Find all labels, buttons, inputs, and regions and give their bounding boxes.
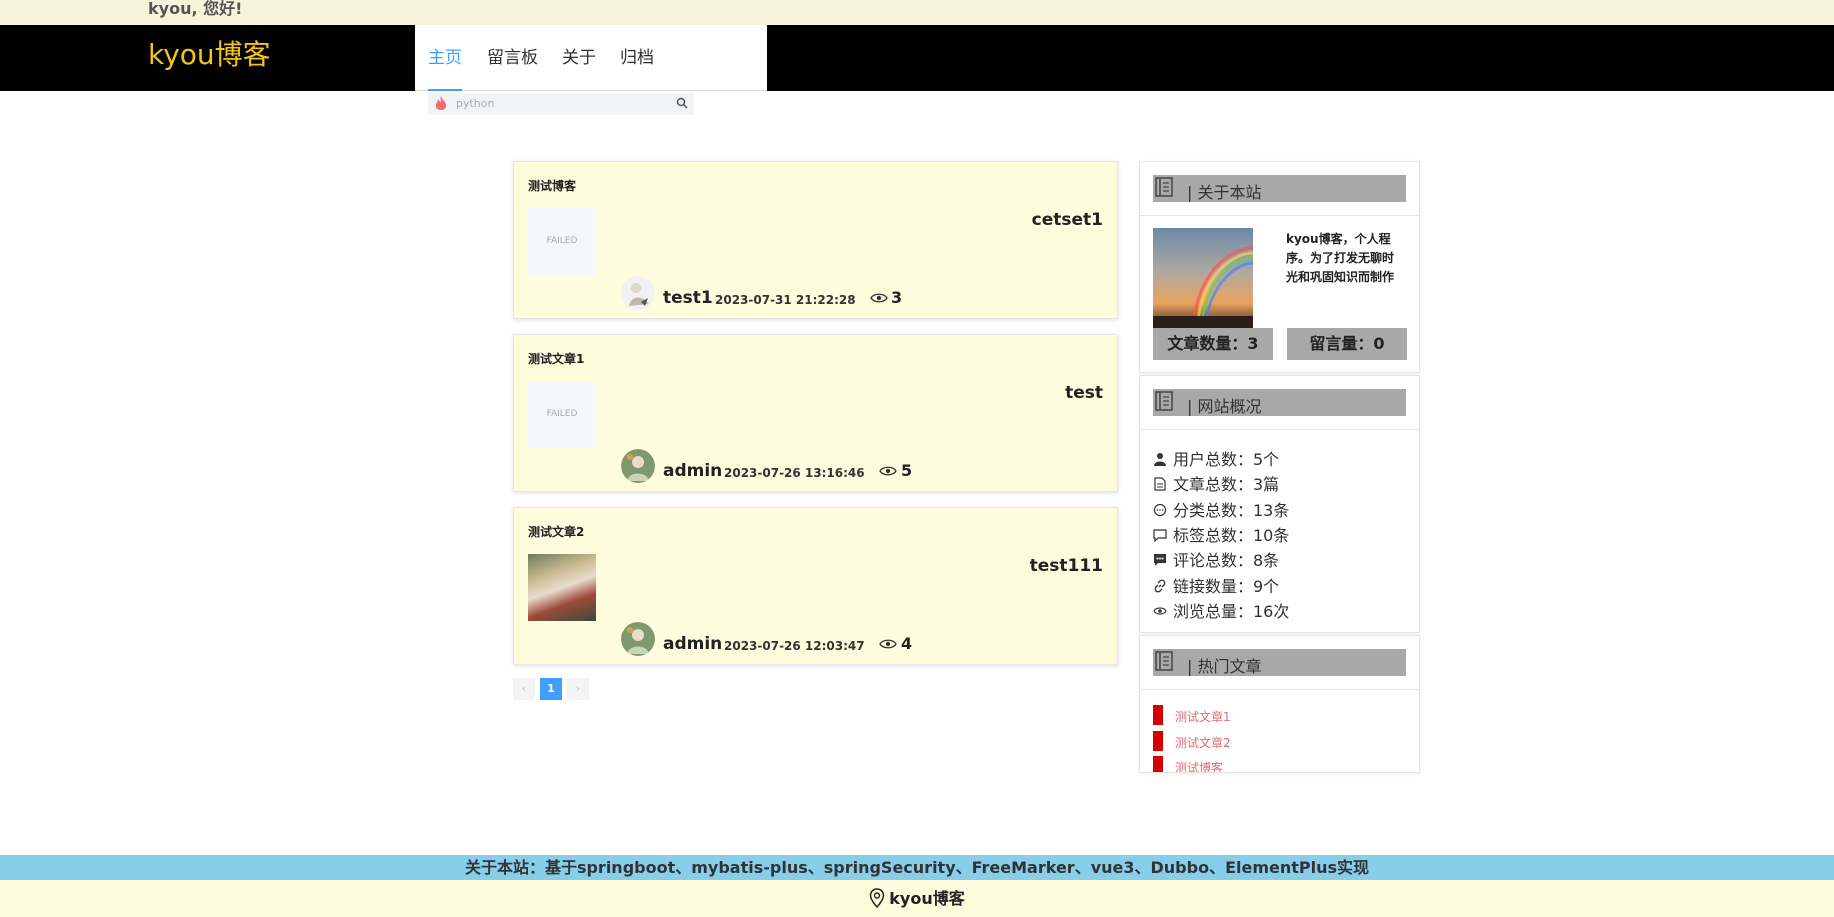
divider	[1140, 429, 1419, 430]
article-count-stat: 文章数量：3	[1153, 328, 1273, 360]
document-icon	[1154, 477, 1166, 491]
eye-icon	[879, 639, 897, 649]
article-author: admin	[663, 634, 723, 654]
nav-item-home[interactable]: 主页	[428, 25, 462, 91]
next-page-button[interactable]: ›	[567, 678, 589, 700]
article-card[interactable]: 测试文章1 FAILED test admin 2023-07-26 13:16…	[513, 334, 1118, 492]
article-author: test1	[663, 288, 713, 308]
hot-articles-title: | 热门文章	[1187, 657, 1262, 676]
overview-item: 标签总数：10条	[1153, 522, 1289, 546]
overview-item: 评论总数：8条	[1153, 547, 1279, 571]
search-input[interactable]: python	[428, 93, 694, 115]
divider	[1140, 215, 1419, 216]
article-summary: test111	[1029, 556, 1103, 576]
footer-brand: kyou博客	[0, 880, 1834, 917]
overview-item: 链接数量：9个	[1153, 573, 1279, 597]
nav-item-archive[interactable]: 归档	[620, 25, 654, 91]
book-icon	[1155, 651, 1173, 671]
book-icon	[1155, 391, 1173, 411]
article-author: admin	[663, 461, 723, 481]
article-card[interactable]: 测试文章2 test111 admin 2023-07-26 12:03:47 …	[513, 507, 1118, 665]
eye-icon	[870, 293, 888, 303]
overview-item: 文章总数：3篇	[1153, 471, 1279, 495]
nav-item-message-board[interactable]: 留言板	[487, 25, 538, 91]
search-placeholder: python	[456, 97, 495, 110]
book-icon	[1155, 177, 1173, 197]
overview-panel-header: | 网站概况	[1153, 389, 1406, 416]
article-card[interactable]: 测试博客 FAILED cetset1 test1 2023-07-31 21:…	[513, 161, 1118, 319]
article-title[interactable]: 测试文章2	[528, 523, 584, 540]
comment-dots-icon	[1154, 554, 1166, 566]
fire-icon	[435, 96, 447, 110]
brand-logo[interactable]: kyou博客	[148, 38, 271, 72]
overview-panel: | 网站概况 用户总数：5个 文章总数：3篇 分类总数：13条 标签总数：10条…	[1139, 375, 1420, 633]
about-text: kyou博客，个人程序。为了打发无聊时光和巩固知识而制作	[1286, 232, 1395, 284]
avatar	[621, 276, 655, 310]
article-title[interactable]: 测试博客	[528, 177, 576, 194]
article-thumbnail	[528, 554, 596, 621]
article-date: 2023-07-26 13:16:46	[724, 466, 865, 480]
page-1-button[interactable]: 1	[540, 678, 562, 700]
link-icon	[1154, 579, 1166, 593]
prev-page-button[interactable]: ‹	[513, 678, 535, 700]
article-title[interactable]: 测试文章1	[528, 350, 584, 367]
article-thumbnail: FAILED	[528, 381, 596, 448]
greeting-text: kyou, 您好!	[148, 0, 243, 18]
overview-item: 用户总数：5个	[1153, 446, 1279, 470]
comment-icon	[1153, 529, 1167, 543]
hot-rank-badge	[1153, 705, 1163, 725]
article-summary: cetset1	[1031, 210, 1103, 230]
top-greeting-bar: kyou, 您好!	[0, 0, 1834, 25]
overview-item: 分类总数：13条	[1153, 497, 1289, 521]
avatar	[621, 449, 655, 483]
hot-articles-panel: | 热门文章 测试文章1 测试文章2 测试博客	[1139, 635, 1420, 773]
eye-icon	[1153, 607, 1167, 615]
overview-item: 浏览总量：16次	[1153, 598, 1289, 622]
hot-articles-header: | 热门文章	[1153, 649, 1406, 676]
search-icon[interactable]	[676, 97, 688, 109]
article-date: 2023-07-31 21:22:28	[715, 293, 856, 307]
nav-item-about[interactable]: 关于	[562, 25, 596, 91]
article-thumbnail: FAILED	[528, 208, 596, 275]
eye-icon	[879, 466, 897, 476]
article-summary: test	[1065, 383, 1103, 403]
about-panel-header: | 关于本站	[1153, 175, 1406, 202]
article-views: 5	[901, 461, 913, 480]
divider	[1140, 689, 1419, 690]
chat-bubble-icon	[1153, 503, 1167, 517]
article-views: 4	[901, 634, 913, 653]
about-panel: | 关于本站 kyou博客，个人程序。为了打发无聊时光和巩固知识而制作 文章数量…	[1139, 161, 1420, 373]
hot-rank-badge	[1153, 756, 1163, 772]
footer-about: 关于本站：基于springboot、mybatis-plus、springSec…	[0, 855, 1834, 880]
nav-menu: 主页 留言板 关于 归档	[415, 25, 767, 91]
article-views: 3	[891, 288, 903, 307]
header: kyou博客	[0, 25, 1834, 91]
location-pin-icon	[870, 888, 885, 909]
avatar	[621, 622, 655, 656]
user-icon	[1154, 453, 1166, 466]
about-image	[1153, 228, 1253, 328]
about-panel-title: | 关于本站	[1187, 183, 1262, 202]
hot-rank-badge	[1153, 731, 1163, 751]
message-count-stat: 留言量：0	[1287, 328, 1407, 360]
overview-panel-title: | 网站概况	[1187, 397, 1262, 416]
article-date: 2023-07-26 12:03:47	[724, 639, 865, 653]
